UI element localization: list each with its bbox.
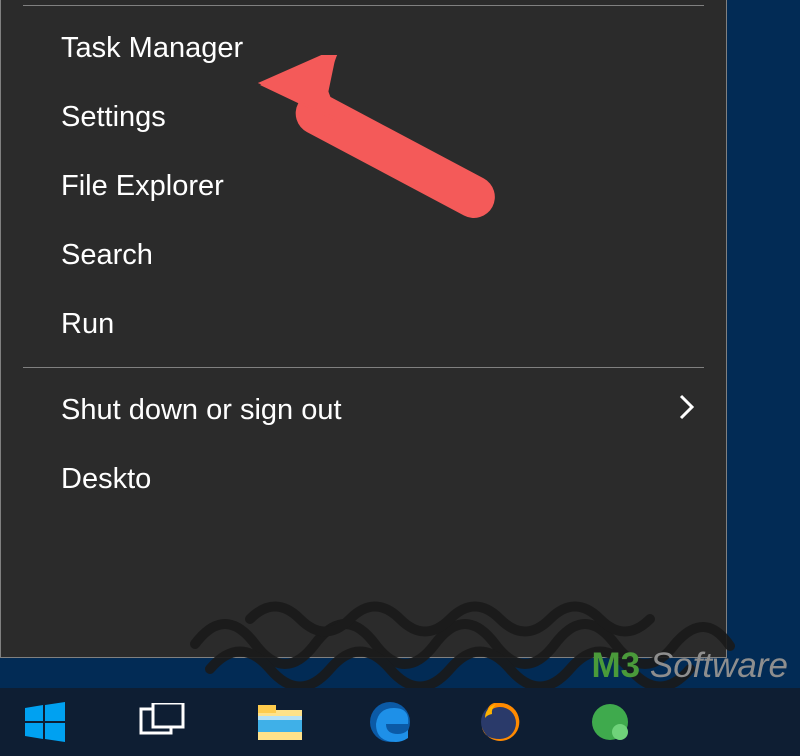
menu-item-label: Deskto: [61, 463, 151, 495]
menu-item-label: Settings: [61, 101, 166, 133]
menu-item-search[interactable]: Search: [1, 221, 726, 290]
windows-logo-icon: [25, 702, 65, 742]
taskbar-edge[interactable]: [350, 688, 430, 756]
menu-item-desktop[interactable]: Deskto: [1, 445, 726, 514]
menu-item-settings[interactable]: Settings: [1, 83, 726, 152]
firefox-icon: [478, 700, 522, 744]
watermark-brand-3: 3: [621, 646, 640, 685]
taskbar: [0, 688, 800, 756]
file-explorer-icon: [257, 702, 303, 742]
watermark-logo: M3 Software: [592, 646, 788, 686]
menu-separator: [23, 5, 704, 6]
taskbar-unknown[interactable]: [570, 688, 650, 756]
menu-item-label: Task Manager: [61, 32, 243, 64]
task-view-button[interactable]: [122, 688, 202, 756]
menu-item-run[interactable]: Run: [1, 290, 726, 359]
chevron-right-icon: [678, 393, 696, 429]
edge-icon: [368, 700, 412, 744]
task-view-icon: [139, 703, 185, 741]
menu-item-shutdown-signout[interactable]: Shut down or sign out: [1, 376, 726, 445]
menu-item-file-explorer[interactable]: File Explorer: [1, 152, 726, 221]
watermark-brand-software: Software: [640, 646, 788, 685]
menu-item-label: Shut down or sign out: [61, 394, 342, 426]
start-button[interactable]: [0, 688, 90, 756]
menu-item-label: File Explorer: [61, 170, 224, 202]
taskbar-file-explorer[interactable]: [240, 688, 320, 756]
menu-item-task-manager[interactable]: Task Manager: [1, 14, 726, 83]
taskbar-firefox[interactable]: [460, 688, 540, 756]
winx-context-menu: Task Manager Settings File Explorer Sear…: [0, 0, 727, 658]
watermark-brand-m: M: [592, 646, 621, 685]
menu-separator: [23, 367, 704, 368]
menu-item-label: Run: [61, 308, 114, 340]
menu-item-label: Search: [61, 239, 153, 271]
unknown-app-icon: [588, 700, 632, 744]
